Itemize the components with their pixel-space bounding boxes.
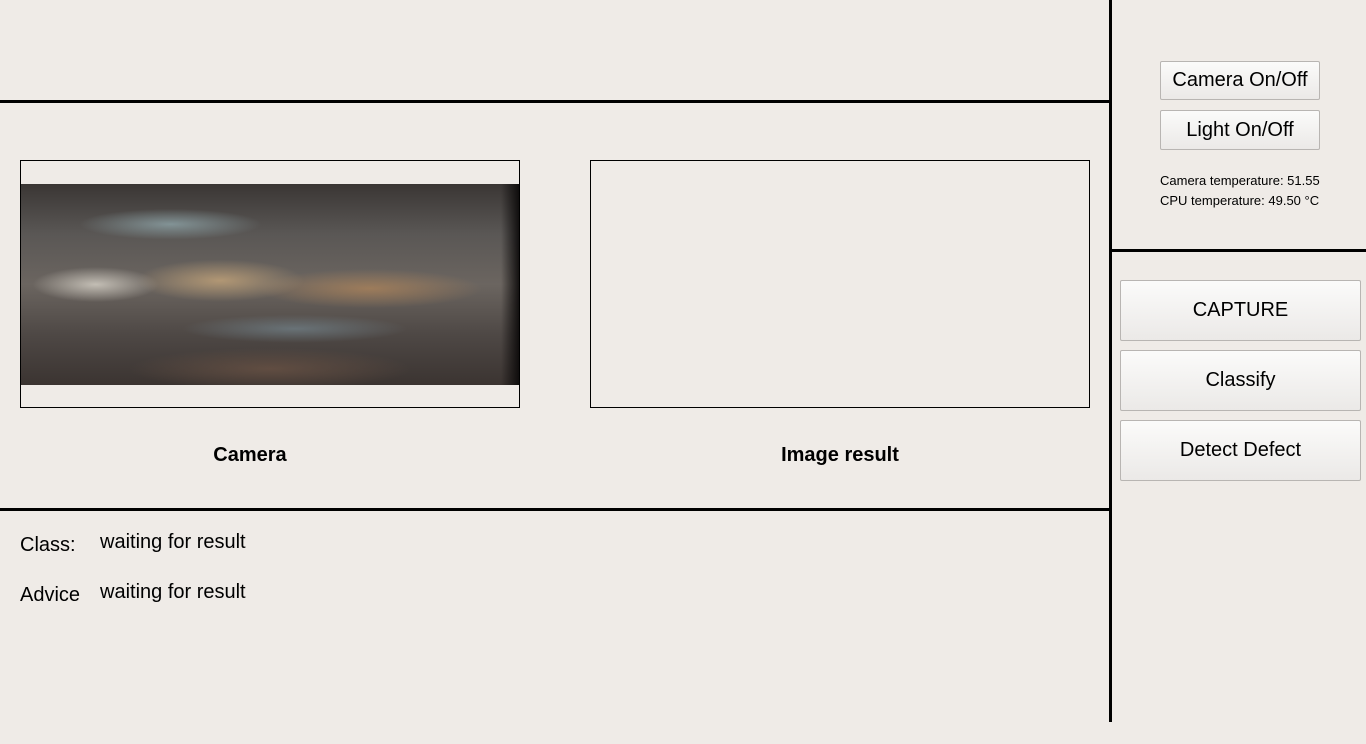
class-value: waiting for result bbox=[100, 531, 246, 553]
sidebar-section-divider bbox=[1112, 249, 1366, 252]
camera-view bbox=[20, 160, 520, 408]
top-divider bbox=[0, 100, 1110, 103]
image-result-view bbox=[590, 160, 1090, 408]
advice-label: Advice bbox=[20, 584, 81, 606]
advice-value: waiting for result bbox=[100, 581, 246, 603]
capture-button[interactable]: CAPTURE bbox=[1120, 280, 1361, 341]
camera-temperature-readout: Camera temperature: 51.55 bbox=[1160, 173, 1320, 188]
detect-defect-button[interactable]: Detect Defect bbox=[1120, 420, 1361, 481]
middle-divider bbox=[0, 508, 1110, 511]
main-window: Camera Image result Class: waiting for r… bbox=[0, 0, 1366, 744]
sidebar-divider bbox=[1109, 0, 1112, 722]
camera-toggle-button[interactable]: Camera On/Off bbox=[1160, 61, 1320, 100]
camera-caption: Camera bbox=[213, 444, 287, 466]
camera-feed-image bbox=[21, 184, 519, 385]
classify-button[interactable]: Classify bbox=[1120, 350, 1361, 411]
class-label: Class: bbox=[20, 534, 76, 556]
cpu-temperature-readout: CPU temperature: 49.50 °C bbox=[1160, 193, 1320, 208]
light-toggle-button[interactable]: Light On/Off bbox=[1160, 110, 1320, 150]
image-result-caption: Image result bbox=[781, 444, 899, 466]
